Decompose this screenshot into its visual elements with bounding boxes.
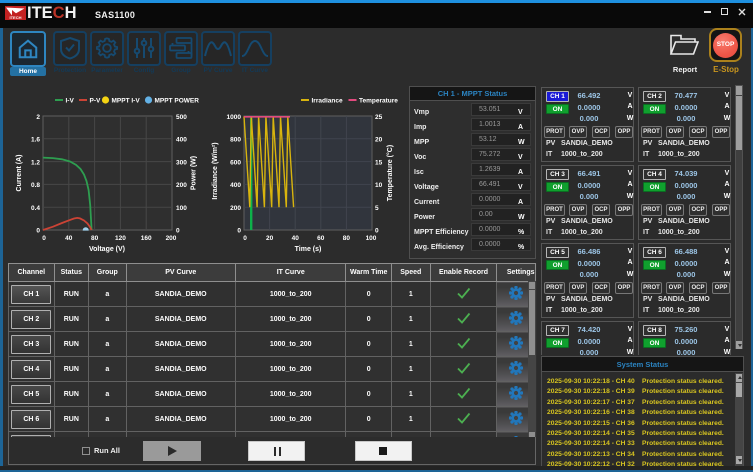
svg-text:40: 40 <box>292 235 300 242</box>
svg-text:1.6: 1.6 <box>31 137 40 144</box>
svg-text:100: 100 <box>366 235 377 242</box>
svg-text:Temperature (°C): Temperature (°C) <box>386 145 394 201</box>
svg-text:0.8: 0.8 <box>31 182 40 189</box>
svg-text:1000: 1000 <box>227 114 242 121</box>
svg-text:0: 0 <box>237 228 241 235</box>
svg-text:300: 300 <box>176 160 187 167</box>
svg-text:120: 120 <box>115 235 126 242</box>
svg-text:80: 80 <box>91 235 99 242</box>
svg-text:0.4: 0.4 <box>31 205 40 212</box>
svg-text:0: 0 <box>375 228 379 235</box>
svg-text:MPPT POWER: MPPT POWER <box>155 98 200 105</box>
svg-text:0: 0 <box>243 235 247 242</box>
svg-text:Power (W): Power (W) <box>191 156 198 190</box>
svg-text:Voltage (V): Voltage (V) <box>89 246 125 253</box>
svg-text:Temperature: Temperature <box>359 98 398 105</box>
svg-text:100: 100 <box>176 205 187 212</box>
svg-text:P-V: P-V <box>90 98 102 105</box>
svg-text:200: 200 <box>176 182 187 189</box>
svg-text:800: 800 <box>230 137 241 144</box>
svg-text:Irradiance: Irradiance <box>312 98 343 105</box>
svg-text:80: 80 <box>343 235 351 242</box>
svg-text:200: 200 <box>166 235 177 242</box>
svg-text:25: 25 <box>375 114 383 121</box>
svg-text:20: 20 <box>375 137 383 144</box>
svg-text:500: 500 <box>176 114 187 121</box>
svg-text:200: 200 <box>230 205 241 212</box>
svg-text:10: 10 <box>375 182 383 189</box>
svg-text:Time (s): Time (s) <box>295 246 322 253</box>
svg-text:15: 15 <box>375 160 383 167</box>
svg-text:400: 400 <box>230 182 241 189</box>
svg-text:5: 5 <box>375 205 379 212</box>
svg-text:ITECH: ITECH <box>10 15 22 20</box>
svg-text:160: 160 <box>141 235 152 242</box>
svg-text:60: 60 <box>317 235 325 242</box>
svg-text:600: 600 <box>230 160 241 167</box>
svg-text:0: 0 <box>176 228 180 235</box>
svg-text:Irradiance (W/m²): Irradiance (W/m²) <box>212 142 219 199</box>
svg-text:Current (A): Current (A) <box>16 155 23 192</box>
svg-text:40: 40 <box>65 235 73 242</box>
svg-text:400: 400 <box>176 137 187 144</box>
svg-text:2: 2 <box>36 114 40 121</box>
svg-text:20: 20 <box>266 235 274 242</box>
svg-text:0: 0 <box>36 228 40 235</box>
svg-text:1.2: 1.2 <box>31 160 40 167</box>
svg-text:MPPT I-V: MPPT I-V <box>112 98 141 105</box>
svg-text:I-V: I-V <box>66 98 75 105</box>
svg-text:0: 0 <box>42 235 46 242</box>
